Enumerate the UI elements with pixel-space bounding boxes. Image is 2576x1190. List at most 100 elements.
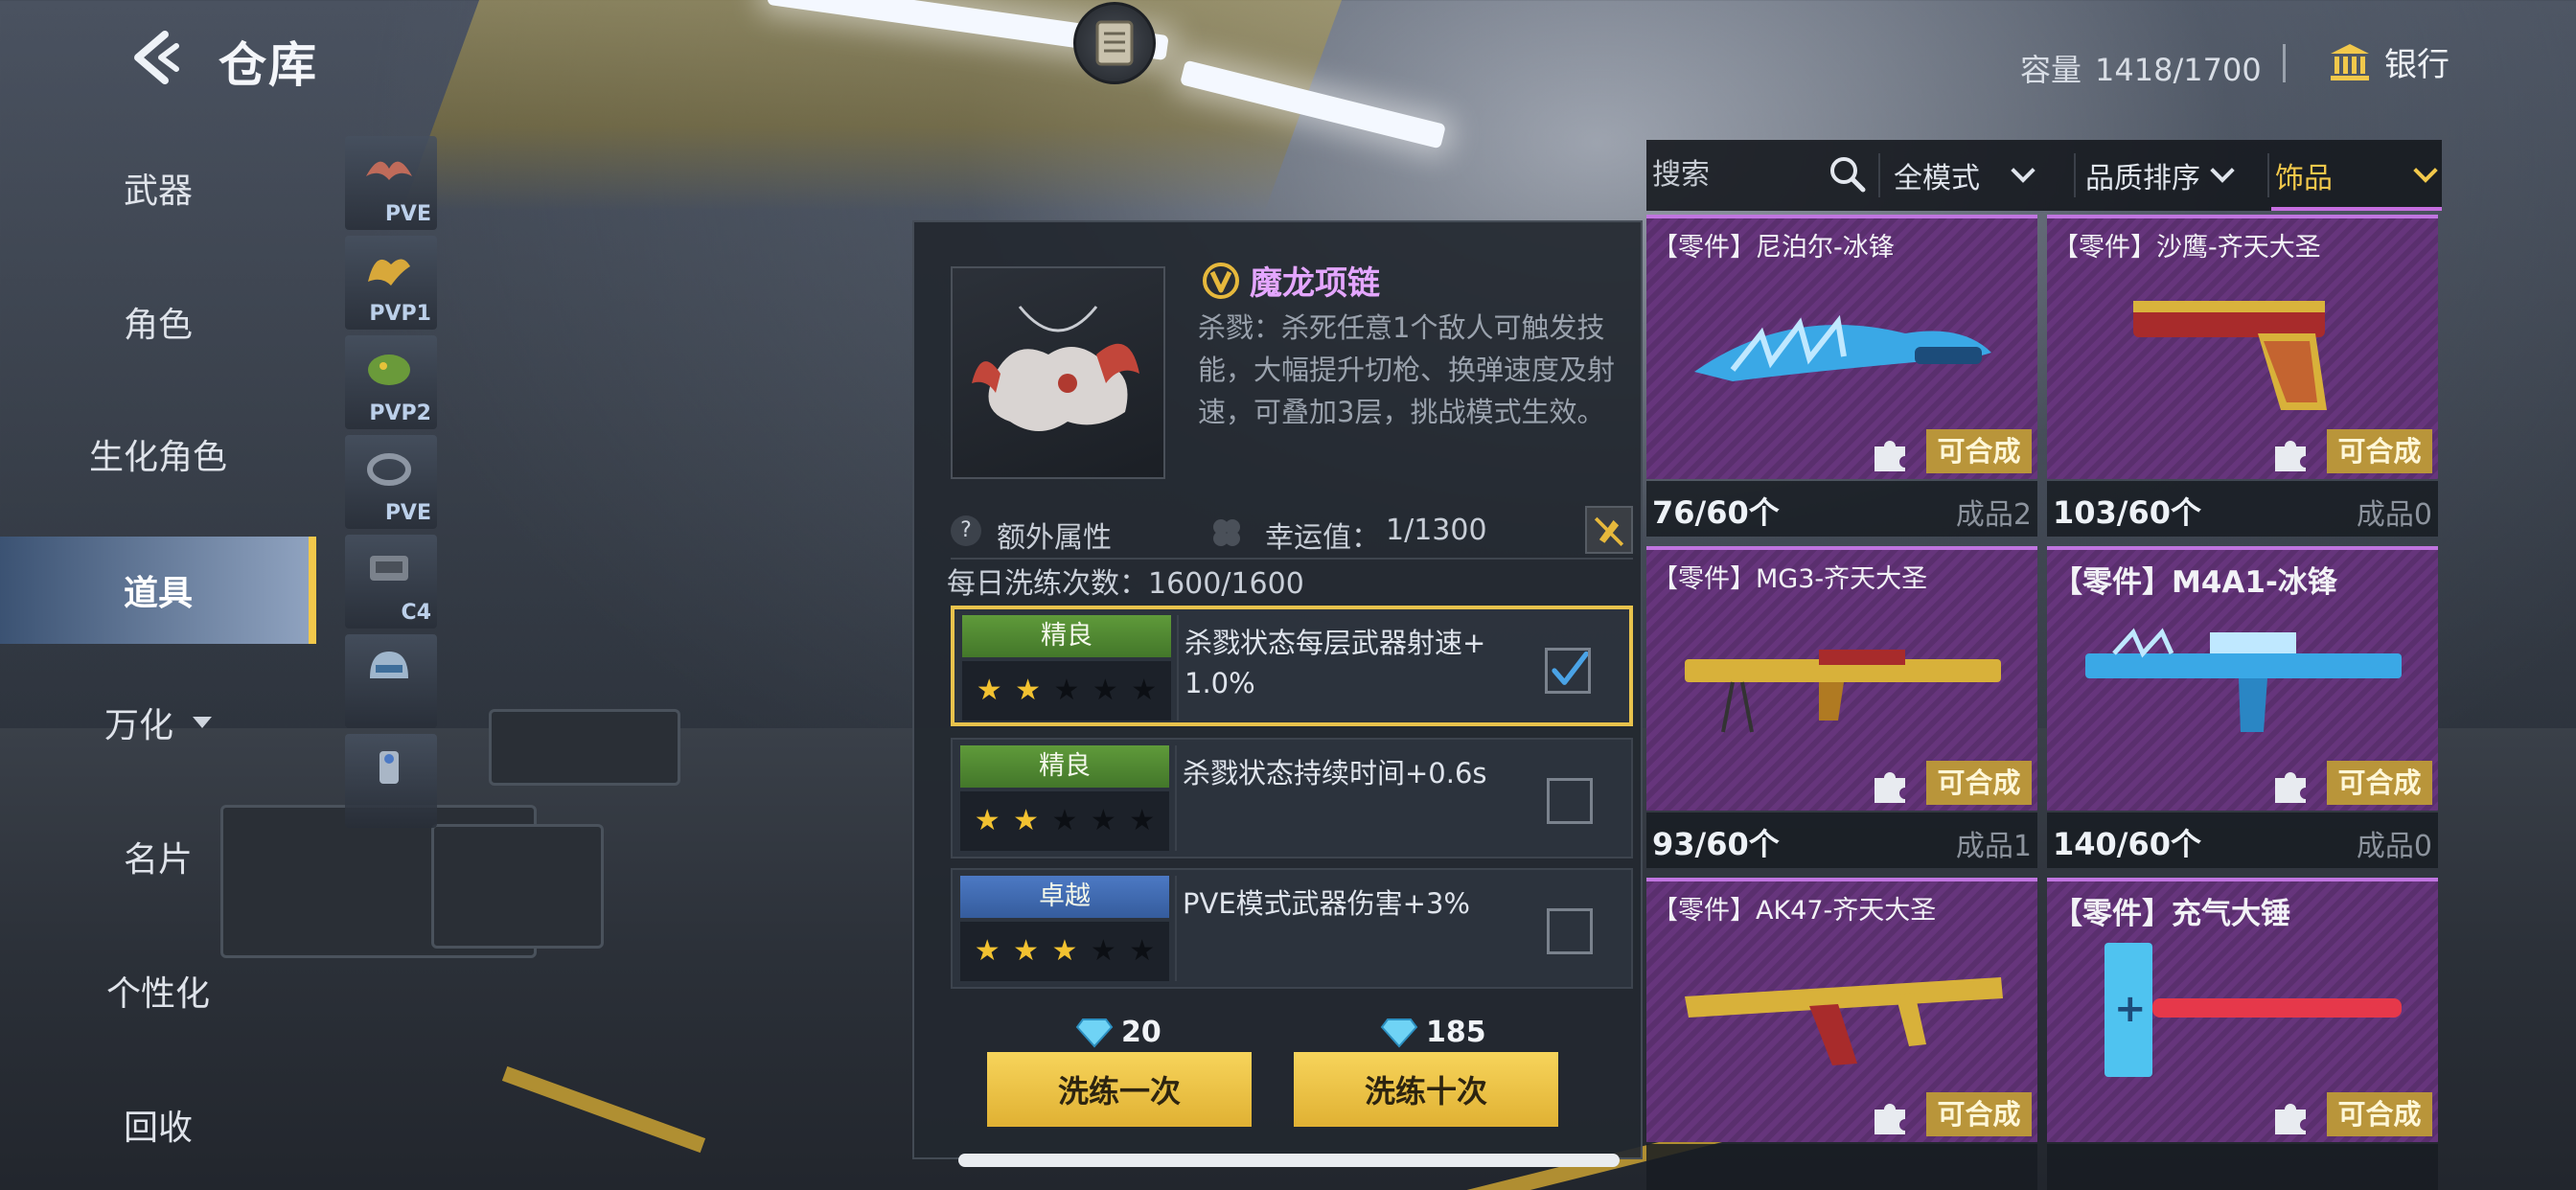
star-icon: ★ [1013, 934, 1040, 968]
attribute-row[interactable]: 精良 ★ ★ ★ ★ ★ 杀戮状态每层武器射速+1.0% [951, 606, 1633, 726]
category-dropdown-value: 饰品 [2275, 162, 2333, 195]
wash-ten-cost: 185 [1380, 1016, 1486, 1049]
star-icon: ★ [976, 674, 1002, 707]
item-card-made: 成品0 [2356, 830, 2432, 863]
item-card-footer: 140/60个 成品0 [2047, 812, 2438, 868]
puzzle-piece-icon [1874, 441, 1905, 471]
subcategory-list: PVE PVP1 PVP2 PVE C4 [345, 136, 437, 834]
nav-item-recycle[interactable]: 回收 [0, 1071, 316, 1179]
back-arrow-icon[interactable] [125, 29, 182, 86]
wash-once-cost: 20 [1075, 1016, 1162, 1049]
item-card-count: 140/60个 [2053, 826, 2202, 862]
attribute-row[interactable]: 卓越 ★ ★ ★ ★ ★ PVE模式武器伤害+3% [951, 868, 1633, 989]
luck-label: 幸运值： [1265, 521, 1380, 555]
extra-attributes-row: ? 额外属性 幸运值： 1/1300 [951, 506, 1633, 560]
attribute-checkbox[interactable] [1547, 908, 1593, 954]
item-card-count: 76/60个 [1652, 494, 1780, 531]
star-icon: ★ [974, 934, 1000, 968]
diamond-icon [1380, 1018, 1418, 1047]
item-card[interactable]: 【零件】充气大锤 + 可合成 [2047, 878, 2438, 1190]
subcategory-item[interactable] [345, 634, 437, 728]
craftable-badge: 可合成 [1926, 1092, 2032, 1136]
capacity-label: 容量 [2020, 52, 2082, 88]
subcategory-item[interactable] [345, 734, 437, 828]
ice-knife-image [1694, 314, 1991, 381]
capacity-value: 1418/1700 [2095, 52, 2262, 88]
filter-bar: 全模式 品质排序 饰品 [1646, 140, 2442, 211]
left-nav: 武器 角色 生化角色 道具 万化 名片 个性化 回收 [0, 134, 316, 1190]
mode-dropdown[interactable]: 全模式 [1886, 140, 2068, 211]
filter-divider [2074, 153, 2076, 197]
subcategory-item[interactable]: C4 [345, 535, 437, 629]
capacity-display: 容量 1418/1700 [2020, 46, 2262, 90]
item-card-made: 成品0 [2356, 498, 2432, 532]
wash-once-cost-value: 20 [1121, 1016, 1162, 1049]
lock-toggle-icon[interactable] [1585, 506, 1633, 554]
wash-once-button[interactable]: 洗练一次 [987, 1052, 1252, 1127]
nav-item-label: 名片 [123, 840, 193, 880]
item-card-title: 【零件】尼泊尔-冰锋 [1652, 233, 1895, 263]
attribute-rank: 精良 [962, 615, 1171, 657]
item-card-body: 【零件】MG3-齐天大圣 可合成 [1646, 546, 2037, 811]
item-card[interactable]: 【零件】AK47-齐天大圣 可合成 [1646, 878, 2037, 1190]
mg3-image [1685, 650, 2001, 733]
nav-item-zombie-characters[interactable]: 生化角色 [0, 400, 316, 508]
attribute-row[interactable]: 精良 ★ ★ ★ ★ ★ 杀戮状态持续时间+0.6s [951, 738, 1633, 858]
mode-dropdown-value: 全模式 [1894, 162, 1980, 195]
craftable-badge: 可合成 [1926, 761, 2032, 805]
nav-item-characters[interactable]: 角色 [0, 268, 316, 376]
attribute-checkbox[interactable] [1547, 778, 1593, 824]
helmet-icon [370, 652, 408, 678]
sort-dropdown[interactable]: 品质排序 [2082, 140, 2264, 211]
attribute-checkbox[interactable] [1545, 648, 1591, 694]
item-card[interactable]: 【零件】尼泊尔-冰锋 可合成 76/60个 成品2 [1646, 215, 2037, 538]
subcategory-tag: PVP1 [369, 302, 431, 326]
item-card[interactable]: 【零件】MG3-齐天大圣 可合成 93/60个 成品1 [1646, 546, 2037, 870]
item-image [951, 266, 1165, 479]
help-icon[interactable]: ? [951, 515, 981, 546]
item-card[interactable]: 【零件】M4A1-冰锋 可合成 140/60个 成品0 [2047, 546, 2438, 870]
item-grid: 【零件】尼泊尔-冰锋 可合成 76/60个 成品2 【零件】沙鹰-齐天大圣 可合… [1646, 215, 2442, 1190]
item-card-body: 【零件】M4A1-冰锋 可合成 [2047, 546, 2438, 811]
subcategory-tag: PVE [384, 501, 431, 525]
notes-icon[interactable] [1073, 2, 1156, 84]
puzzle-piece-icon [2275, 1104, 2306, 1134]
background-crate [431, 824, 604, 949]
search-icon[interactable] [1827, 153, 1869, 195]
subcategory-item[interactable]: PVP1 [345, 236, 437, 330]
wash-ten-button[interactable]: 洗练十次 [1294, 1052, 1558, 1127]
m4a1-ice-image [2085, 628, 2402, 732]
subcategory-item[interactable]: PVP2 [345, 335, 437, 429]
nav-item-weapons[interactable]: 武器 [0, 134, 316, 241]
nav-item-props[interactable]: 道具 [0, 537, 316, 644]
category-dropdown[interactable]: 饰品 [2271, 140, 2442, 211]
nav-item-label: 回收 [123, 1109, 193, 1148]
nav-item-label: 生化角色 [88, 438, 227, 477]
nav-item-personalize[interactable]: 个性化 [0, 937, 316, 1044]
subcategory-tag: C4 [401, 601, 431, 625]
item-detail-panel: 魔龙项链 杀戮：杀死任意1个敌人可触发技能，大幅提升切枪、换弹速度及射速，可叠加… [912, 220, 1643, 1159]
attribute-divider [1177, 615, 1179, 721]
attribute-stars: ★ ★ ★ ★ ★ [960, 791, 1169, 851]
item-card-body: 【零件】充气大锤 + 可合成 [2047, 878, 2438, 1142]
craftable-badge: 可合成 [1926, 429, 2032, 473]
nav-item-label: 道具 [123, 574, 193, 613]
item-card[interactable]: 【零件】沙鹰-齐天大圣 可合成 103/60个 成品0 [2047, 215, 2438, 538]
star-icon: ★ [1092, 674, 1118, 707]
golden-wings-icon [368, 259, 410, 286]
star-icon: ★ [1053, 674, 1080, 707]
header-divider [2283, 44, 2286, 82]
subcategory-tag: PVP2 [369, 401, 431, 425]
home-indicator[interactable] [958, 1154, 1620, 1167]
item-description: 杀戮：杀死任意1个敌人可触发技能，大幅提升切枪、换弹速度及射速，可叠加3层，挑战… [1198, 311, 1616, 428]
nav-item-cards[interactable]: 名片 [0, 803, 316, 910]
puzzle-piece-icon [1874, 1104, 1905, 1134]
bank-button[interactable]: 银行 [2329, 38, 2450, 85]
nav-item-transform[interactable]: 万化 [0, 669, 316, 776]
item-card-title: 【零件】M4A1-冰锋 [2053, 565, 2337, 600]
subcategory-item[interactable]: PVE [345, 435, 437, 529]
subcategory-item[interactable]: PVE [345, 136, 437, 230]
attribute-text: PVE模式武器伤害+3% [1183, 887, 1470, 920]
document-icon [1095, 20, 1134, 66]
star-icon: ★ [1051, 804, 1078, 837]
